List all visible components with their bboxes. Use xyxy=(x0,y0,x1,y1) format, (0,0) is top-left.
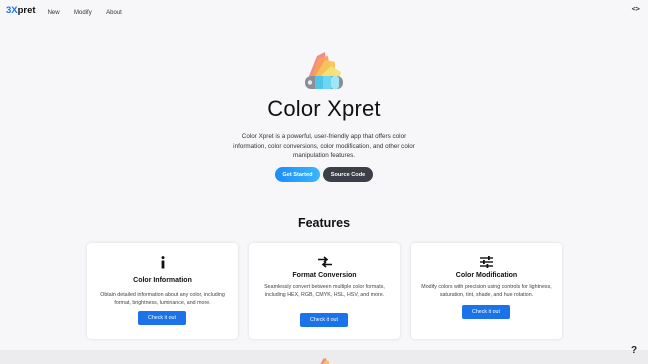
sliders-icon xyxy=(480,256,493,268)
hero-actions: Get Started Source Code xyxy=(0,167,648,182)
hero-description: Color Xpret is a powerful, user-friendly… xyxy=(233,133,415,160)
feature-card-description: Seamlessly convert between multiple colo… xyxy=(264,284,385,299)
info-icon xyxy=(161,255,164,268)
feature-card-title: Color Information xyxy=(133,277,192,284)
feature-card-color-information: Color Information Obtain detailed inform… xyxy=(87,243,238,339)
code-icon[interactable]: <> xyxy=(632,5,640,13)
logo-accent: 3X xyxy=(6,4,18,16)
feature-card-description: Modify colors with precision using contr… xyxy=(421,284,552,299)
convert-arrows-icon xyxy=(317,256,332,268)
get-started-button[interactable]: Get Started xyxy=(275,167,320,182)
check-it-out-button[interactable]: Check it out xyxy=(462,305,510,319)
source-code-button[interactable]: Source Code xyxy=(323,167,373,182)
page-title: Color Xpret xyxy=(267,96,381,121)
feature-card-title: Color Modification xyxy=(455,272,518,279)
feature-card-title: Format Conversion xyxy=(292,272,357,279)
main-nav: New Modify About xyxy=(48,1,132,19)
check-it-out-button[interactable]: Check it out xyxy=(138,311,186,325)
nav-link-modify[interactable]: Modify xyxy=(74,10,92,16)
color-palette-logo-icon xyxy=(305,52,343,89)
feature-card-description: Obtain detailed information about any co… xyxy=(100,292,225,307)
features-heading: Features xyxy=(297,216,351,230)
nav-link-about[interactable]: About xyxy=(106,10,122,16)
logo-text: pret xyxy=(17,4,36,16)
feature-card-color-modification: Color Modification Modify colors with pr… xyxy=(411,243,562,339)
nav-link-new[interactable]: New xyxy=(48,10,60,16)
color-palette-logo-icon xyxy=(320,358,329,364)
help-button[interactable]: ? xyxy=(627,344,641,358)
logo[interactable]: 3X pret xyxy=(6,5,36,16)
top-navbar: 3X pret New Modify About xyxy=(0,0,648,20)
check-it-out-button[interactable]: Check it out xyxy=(300,313,348,327)
feature-card-format-conversion: Format Conversion Seamlessly convert bet… xyxy=(249,243,400,339)
